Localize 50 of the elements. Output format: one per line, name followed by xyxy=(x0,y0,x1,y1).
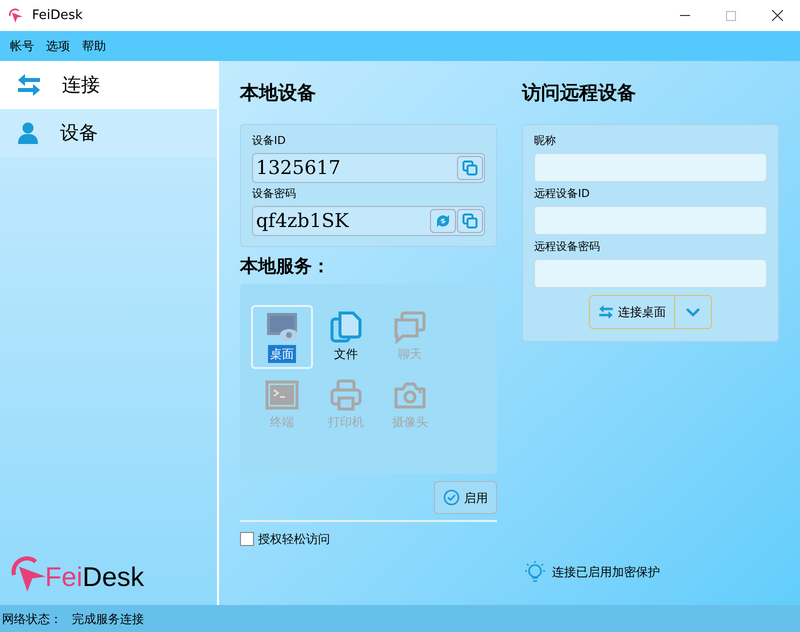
menu-item[interactable]: 帮助 xyxy=(76,37,112,55)
field-label: 设备ID xyxy=(252,133,287,149)
input-field[interactable] xyxy=(534,153,767,182)
lightbulb-icon xyxy=(524,560,546,584)
section-title: 访问远程设备 xyxy=(522,81,637,106)
app-logo-text: FeiDesk xyxy=(45,564,144,591)
terminal-icon xyxy=(265,378,299,412)
files-icon xyxy=(329,310,363,344)
input-field[interactable] xyxy=(534,206,767,235)
service-tile[interactable]: 桌面 xyxy=(251,305,313,369)
check-circle-icon xyxy=(443,489,460,506)
checkbox[interactable] xyxy=(240,532,254,546)
menu-item[interactable]: 帐号 xyxy=(4,37,40,55)
swap-arrows-icon xyxy=(598,304,614,320)
field-label: 远程设备密码 xyxy=(534,239,601,255)
copy-icon xyxy=(462,160,478,176)
field-label: 昵称 xyxy=(534,133,557,149)
printer-icon xyxy=(329,378,363,412)
status-value: 完成服务连接 xyxy=(72,610,144,628)
connect-desktop-button[interactable]: 连接桌面 xyxy=(590,296,675,328)
enable-button[interactable]: 启用 xyxy=(434,481,497,514)
field-label: 远程设备ID xyxy=(534,186,591,202)
swap-arrows-icon xyxy=(16,72,42,98)
minimize-icon xyxy=(680,15,690,16)
checkbox-label: 授权轻松访问 xyxy=(258,531,330,548)
monitor-eye-icon xyxy=(265,310,299,344)
sidebar-item[interactable]: 设备 xyxy=(0,109,217,157)
logo-icon xyxy=(8,8,24,24)
device-id-field: 1325617 xyxy=(252,153,485,183)
copy-button[interactable] xyxy=(457,209,483,233)
user-icon xyxy=(16,121,40,145)
status-label: 网络状态： xyxy=(2,610,62,628)
section-title: 本地设备 xyxy=(240,81,317,106)
maximize-icon xyxy=(726,10,736,20)
chevron-down-icon xyxy=(686,308,700,316)
section-title: 本地服务： xyxy=(240,255,331,279)
input-field[interactable] xyxy=(534,259,767,288)
field-label: 设备密码 xyxy=(252,186,297,202)
sidebar-item[interactable]: 连接 xyxy=(0,61,217,109)
copy-icon xyxy=(462,213,478,229)
encryption-notice: 连接已启用加密保护 xyxy=(552,564,660,581)
copy-button[interactable] xyxy=(457,156,483,180)
refresh-button[interactable] xyxy=(430,209,456,233)
window-title: FeiDesk xyxy=(32,6,83,25)
device-password-field: qf4zb1SK xyxy=(252,206,485,236)
close-icon xyxy=(772,10,782,21)
chat-icon xyxy=(393,310,427,344)
refresh-icon xyxy=(435,213,451,229)
service-tile[interactable]: 文件 xyxy=(315,305,377,369)
menu-item[interactable]: 选项 xyxy=(40,37,76,55)
